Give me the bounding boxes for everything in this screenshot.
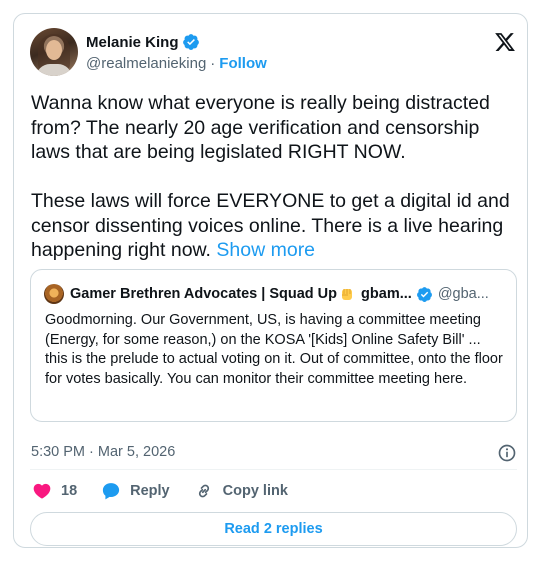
quoted-author-name: Gamer Brethren Advocates | Squad Up gbam… [70,286,412,302]
verified-badge-icon [182,34,199,50]
action-bar: 18 Reply Copy link [32,470,312,512]
follow-button[interactable]: Follow [219,55,267,72]
quoted-tweet-header: Gamer Brethren Advocates | Squad Up gbam… [44,284,509,304]
tweet-body: Wanna know what everyone is really being… [31,92,510,261]
author-avatar[interactable] [30,28,78,76]
quoted-tweet[interactable]: Gamer Brethren Advocates | Squad Up gbam… [30,269,517,422]
avatar-face [46,40,62,60]
read-replies-label: Read 2 replies [224,521,323,537]
quoted-author-avatar [44,284,64,304]
tweet-card: Melanie King @realmelanieking · Follow W… [13,13,528,548]
show-more-link[interactable]: Show more [216,239,315,261]
tweet-timestamp[interactable]: 5:30 PM · Mar 5, 2026 [31,444,175,460]
quoted-author-name-prefix: Gamer Brethren Advocates | Squad Up [70,285,338,302]
quoted-tweet-text: Goodmorning. Our Government, US, is havi… [45,312,503,387]
like-button[interactable]: 18 [32,481,77,501]
verified-badge-icon [416,286,432,302]
author-name-row: Melanie King [86,33,200,51]
raised-fist-emoji-icon [342,289,353,301]
reply-button[interactable]: Reply [101,481,170,501]
quoted-author-name-suffix: gbam... [357,285,412,302]
author-name[interactable]: Melanie King [86,34,179,51]
separator-dot: · [210,55,216,72]
heart-icon [33,483,51,499]
info-icon[interactable] [497,443,517,463]
speech-bubble-icon [103,483,120,500]
author-handle-row: @realmelanieking · Follow [86,55,267,72]
link-icon [198,484,209,498]
author-handle[interactable]: @realmelanieking [86,55,206,72]
tweet-text: Wanna know what everyone is really being… [31,91,517,263]
reply-label: Reply [130,483,170,499]
quoted-author-handle: @gba... [437,286,489,302]
copy-link-label: Copy link [222,483,288,499]
read-replies-button[interactable]: Read 2 replies [30,512,517,546]
like-count: 18 [61,483,78,499]
copy-link-button[interactable]: Copy link [194,481,288,501]
x-logo-icon[interactable] [494,31,516,53]
